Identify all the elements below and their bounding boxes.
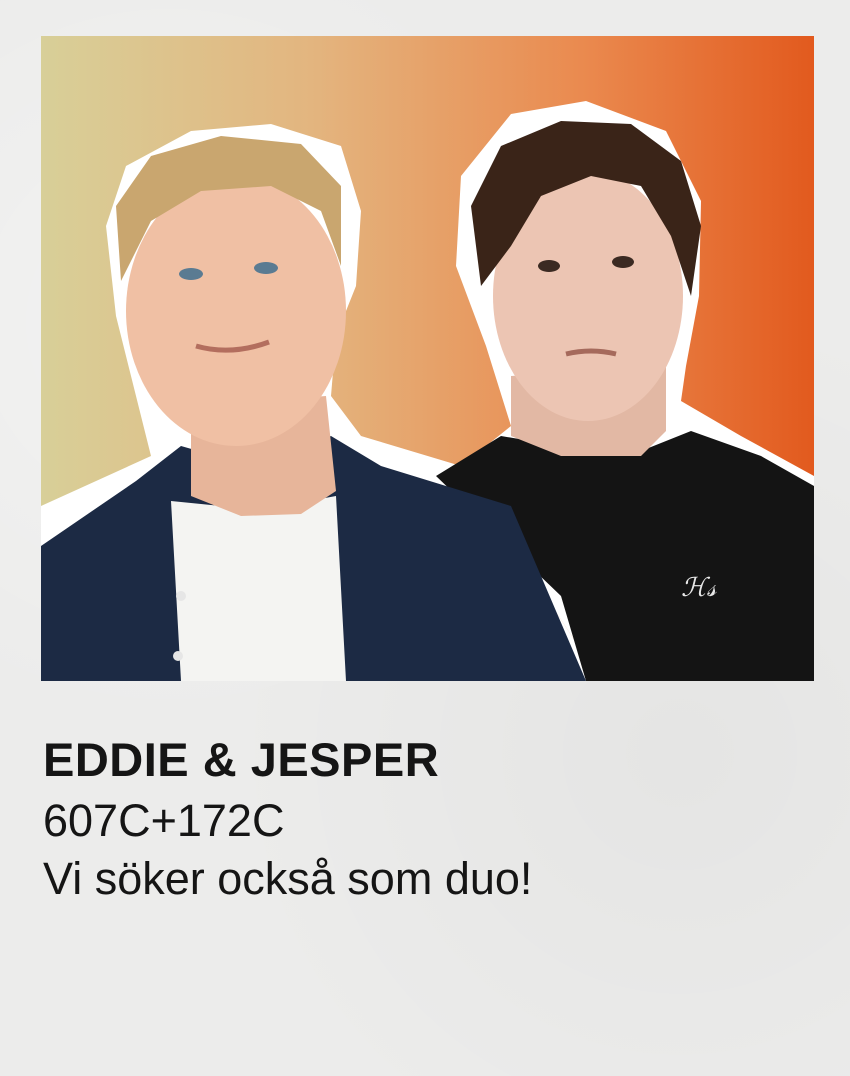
left-person-tshirt bbox=[171, 496, 346, 681]
svg-text:ℋ𝓈: ℋ𝓈 bbox=[681, 573, 718, 603]
left-person-face bbox=[126, 176, 346, 446]
polaroid-card: ℋ𝓈 EDDIE & JESPER 607C+172C Vi söker ock… bbox=[0, 0, 850, 1076]
caption: EDDIE & JESPER 607C+172C Vi söker också … bbox=[43, 728, 803, 908]
portrait-photo: ℋ𝓈 bbox=[41, 36, 814, 681]
portrait-illustration: ℋ𝓈 bbox=[41, 101, 814, 681]
duo-name: EDDIE & JESPER bbox=[43, 733, 440, 786]
color-code: 607C+172C bbox=[43, 795, 285, 846]
tagline: Vi söker också som duo! bbox=[43, 853, 533, 904]
